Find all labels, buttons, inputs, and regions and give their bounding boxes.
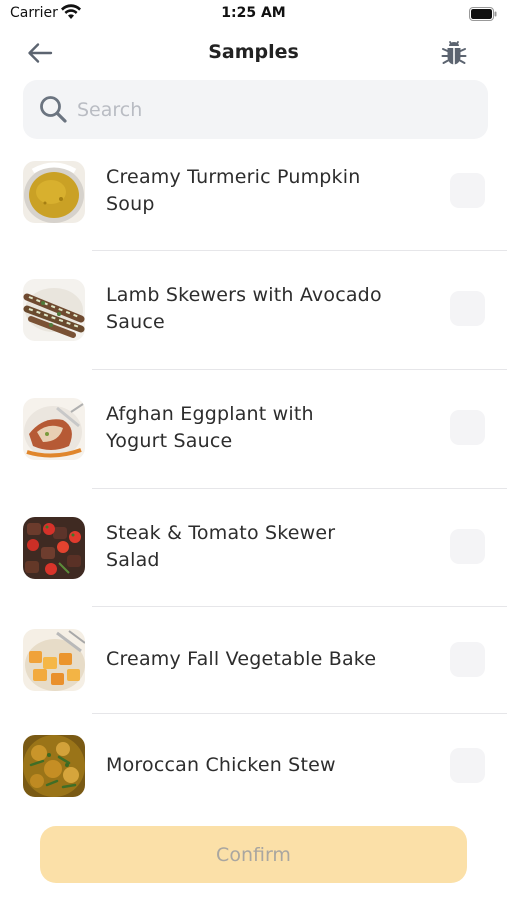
status-time: 1:25 AM bbox=[221, 5, 286, 21]
debug-button[interactable] bbox=[436, 36, 472, 70]
list-item[interactable]: Afghan Eggplant with Yogurt Sauce bbox=[0, 370, 507, 489]
battery-icon bbox=[469, 6, 497, 21]
page-title: Samples bbox=[208, 41, 299, 63]
recipe-checkbox[interactable] bbox=[450, 642, 485, 677]
list-item[interactable]: Creamy Turmeric Pumpkin Soup bbox=[0, 142, 507, 251]
recipe-title: Creamy Fall Vegetable Bake bbox=[106, 648, 377, 670]
recipe-title: Afghan Eggplant with Yogurt Sauce bbox=[106, 403, 314, 452]
recipe-checkbox[interactable] bbox=[450, 173, 485, 208]
search-bar bbox=[23, 80, 488, 139]
search-input[interactable] bbox=[75, 90, 479, 130]
recipe-checkbox[interactable] bbox=[450, 291, 485, 326]
list-item[interactable]: Lamb Skewers with Avocado Sauce bbox=[0, 251, 507, 370]
recipe-checkbox[interactable] bbox=[450, 410, 485, 445]
recipe-thumbnail bbox=[23, 279, 85, 341]
samples-screen: Carrier 1:25 AM Samples Search Creamy Tu… bbox=[0, 0, 507, 900]
status-bar: Carrier 1:25 AM bbox=[0, 0, 507, 28]
recipe-thumbnail bbox=[23, 161, 85, 223]
recipe-thumbnail bbox=[23, 629, 85, 691]
recipe-checkbox[interactable] bbox=[450, 529, 485, 564]
confirm-button[interactable]: Confirm bbox=[40, 826, 467, 883]
recipe-title: Moroccan Chicken Stew bbox=[106, 754, 336, 776]
bug-icon bbox=[441, 41, 467, 65]
navigation-bar: Samples bbox=[0, 30, 507, 76]
list-item[interactable]: Creamy Fall Vegetable Bake bbox=[0, 607, 507, 714]
recipe-thumbnail bbox=[23, 735, 85, 797]
search-icon bbox=[38, 94, 68, 124]
recipe-title: Creamy Turmeric Pumpkin Soup bbox=[106, 166, 361, 215]
recipe-title: Steak & Tomato Skewer Salad bbox=[106, 522, 336, 571]
recipe-checkbox[interactable] bbox=[450, 748, 485, 783]
recipe-thumbnail bbox=[23, 398, 85, 460]
list-item[interactable]: Steak & Tomato Skewer Salad bbox=[0, 489, 507, 607]
list-item[interactable]: Moroccan Chicken Stew bbox=[0, 714, 507, 812]
recipe-list: Creamy Turmeric Pumpkin Soup Lamb Skewer… bbox=[0, 142, 507, 812]
recipe-title: Lamb Skewers with Avocado Sauce bbox=[106, 284, 382, 333]
recipe-thumbnail bbox=[23, 517, 85, 579]
